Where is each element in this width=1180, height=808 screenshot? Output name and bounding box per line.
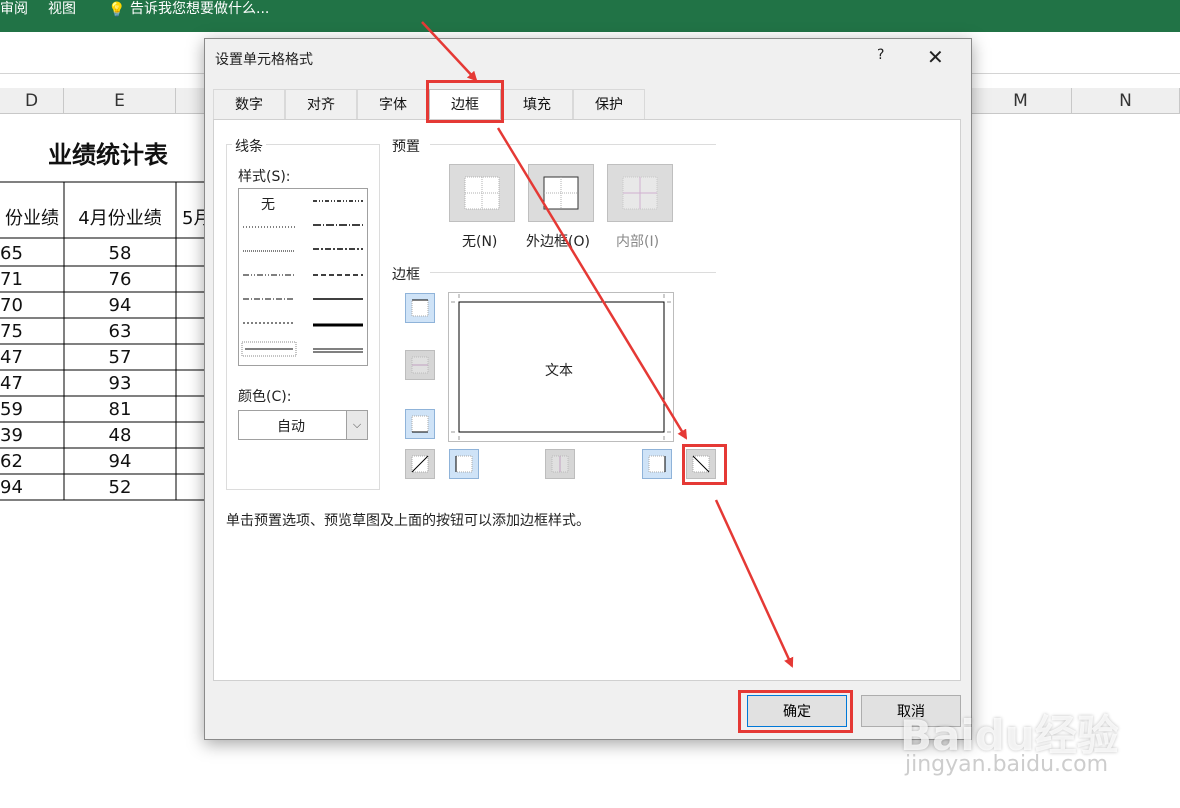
- preset-label: 预置: [392, 139, 420, 155]
- border-left-button[interactable]: [449, 449, 479, 479]
- style-label: 样式(S):: [238, 169, 291, 185]
- border-left-icon: [455, 455, 473, 473]
- color-value: 自动: [277, 419, 305, 435]
- format-cells-dialog: 设置单元格格式 ? ✕ 数字 对齐 字体 边框 填充 保护 线条 样式(S): …: [204, 38, 972, 740]
- header-cell[interactable]: 份业绩: [0, 204, 64, 230]
- tab-font[interactable]: 字体: [357, 89, 429, 119]
- preset-none-button[interactable]: [449, 164, 515, 222]
- chevron-down-icon[interactable]: ⌵: [346, 411, 367, 439]
- column-header-f[interactable]: [176, 88, 204, 114]
- line-group-label: 线条: [232, 136, 266, 156]
- table-cell[interactable]: 39: [0, 425, 23, 446]
- table-cell[interactable]: 59: [0, 399, 23, 420]
- preset-inside-icon: [622, 176, 658, 210]
- table-cell[interactable]: 52: [64, 477, 176, 498]
- border-middle-h-button[interactable]: [405, 350, 435, 380]
- table-cell[interactable]: 75: [0, 321, 23, 342]
- line-style-list[interactable]: 无: [238, 188, 368, 366]
- diagonal-up-icon: [411, 455, 429, 473]
- tab-alignment[interactable]: 对齐: [285, 89, 357, 119]
- table-cell[interactable]: 47: [0, 347, 23, 368]
- preset-inside-button: [607, 164, 673, 222]
- border-right-icon: [648, 455, 666, 473]
- table-cell[interactable]: 57: [64, 347, 176, 368]
- color-select[interactable]: 自动 ⌵: [238, 410, 368, 440]
- column-header-e[interactable]: E: [64, 88, 176, 114]
- table-cell[interactable]: 76: [64, 269, 176, 290]
- dialog-title: 设置单元格格式: [215, 52, 313, 68]
- border-top-icon: [411, 299, 429, 317]
- border-preview[interactable]: 文本: [448, 292, 674, 442]
- highlight-ok-button: [738, 690, 853, 733]
- table-cell[interactable]: 94: [64, 451, 176, 472]
- preset-outline-label: 外边框(O): [526, 234, 590, 250]
- preset-inside-label: 内部(I): [616, 234, 660, 250]
- preset-outline-icon: [543, 176, 579, 210]
- lightbulb-icon: 💡: [108, 2, 126, 18]
- table-cell[interactable]: 70: [0, 295, 23, 316]
- table-cell[interactable]: 93: [64, 373, 176, 394]
- table-cell[interactable]: 71: [0, 269, 23, 290]
- column-header-m[interactable]: M: [970, 88, 1072, 114]
- table-cell[interactable]: 81: [64, 399, 176, 420]
- color-label: 颜色(C):: [238, 389, 292, 405]
- table-cell[interactable]: 47: [0, 373, 23, 394]
- line-style-samples[interactable]: [239, 189, 367, 365]
- tab-protection[interactable]: 保护: [573, 89, 645, 119]
- preset-outline-button[interactable]: [528, 164, 594, 222]
- table-cell[interactable]: 48: [64, 425, 176, 446]
- header-cell[interactable]: 4月份业绩: [64, 204, 176, 230]
- column-header-d[interactable]: D: [0, 88, 64, 114]
- help-icon[interactable]: ?: [877, 47, 884, 63]
- highlight-diagonal-button: [682, 444, 727, 485]
- highlight-border-tab: [426, 80, 504, 123]
- tab-review[interactable]: 审阅: [0, 0, 28, 18]
- border-top-button[interactable]: [405, 293, 435, 323]
- preset-none-icon: [464, 176, 500, 210]
- border-inside-v-icon: [551, 455, 569, 473]
- sheet-title: 业绩统计表: [48, 141, 168, 169]
- preset-none-label: 无(N): [462, 234, 498, 250]
- table-cell[interactable]: 58: [64, 243, 176, 264]
- ribbon-bar: 审阅 视图 💡 告诉我您想要做什么...: [0, 0, 1180, 32]
- border-right-button[interactable]: [642, 449, 672, 479]
- watermark-url: jingyan.baidu.com: [905, 752, 1109, 777]
- border-bottom-icon: [411, 415, 429, 433]
- column-header-n[interactable]: N: [1072, 88, 1180, 114]
- tab-view[interactable]: 视图: [48, 0, 76, 18]
- tab-fill[interactable]: 填充: [501, 89, 573, 119]
- close-icon[interactable]: ✕: [927, 45, 944, 69]
- table-cell[interactable]: 63: [64, 321, 176, 342]
- border-panel: 线条 样式(S): 无 颜色(C): 自动 ⌵ 预置 无(N) 外边框(O) 内…: [213, 119, 961, 681]
- border-inside-h-icon: [411, 356, 429, 374]
- hint-text: 单击预置选项、预览草图及上面的按钮可以添加边框样式。: [226, 513, 590, 529]
- table-cell[interactable]: 65: [0, 243, 23, 264]
- border-label: 边框: [392, 267, 420, 283]
- border-bottom-button[interactable]: [405, 409, 435, 439]
- tab-number[interactable]: 数字: [213, 89, 285, 119]
- diagonal-up-button[interactable]: [405, 449, 435, 479]
- border-middle-v-button[interactable]: [545, 449, 575, 479]
- tell-me-search[interactable]: 告诉我您想要做什么...: [130, 0, 269, 18]
- table-cell[interactable]: 62: [0, 451, 23, 472]
- preview-text: 文本: [545, 363, 573, 379]
- table-cell[interactable]: 94: [64, 295, 176, 316]
- table-cell[interactable]: 94: [0, 477, 23, 498]
